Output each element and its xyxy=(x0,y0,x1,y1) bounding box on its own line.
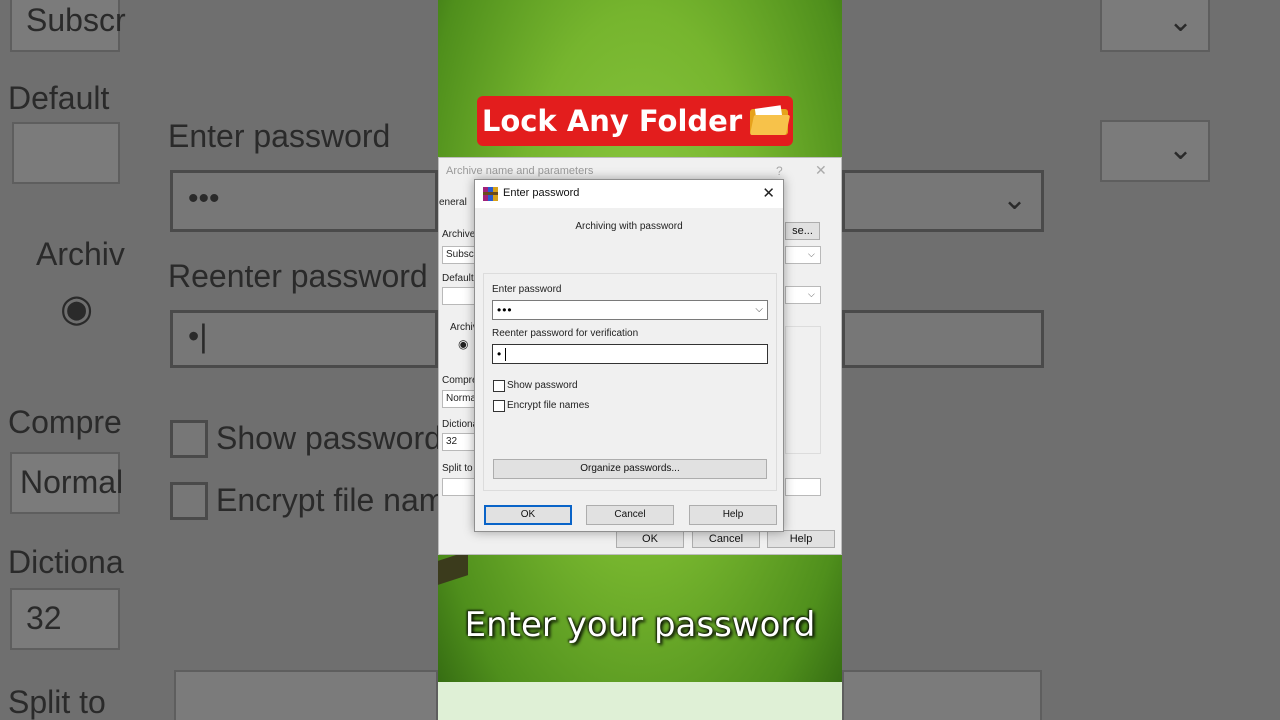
bg-reenter-input-right xyxy=(842,310,1044,368)
help-button[interactable]: Help xyxy=(689,505,777,525)
bg-split-field xyxy=(174,670,438,720)
title-banner: Lock Any Folder xyxy=(477,96,793,146)
bg-radio: ◉ xyxy=(60,288,94,330)
show-password-checkbox[interactable] xyxy=(493,380,505,392)
archive-cancel-button[interactable]: Cancel xyxy=(692,530,760,548)
title-bar: Enter password ✕ xyxy=(475,180,783,208)
encrypt-file-names-checkbox[interactable] xyxy=(493,400,505,412)
dialog-subtitle: Archiving with password xyxy=(575,221,683,232)
bg-chevron-top: ⌄ xyxy=(1168,5,1194,38)
archive-ok-button[interactable]: OK xyxy=(616,530,684,548)
tab-general[interactable]: eneral xyxy=(439,197,467,208)
text-caret xyxy=(505,348,506,361)
profile-combo[interactable]: ⌵ xyxy=(785,246,821,264)
show-password-label[interactable]: Show password xyxy=(507,380,578,391)
chevron-down-icon[interactable]: ⌵ xyxy=(755,304,763,315)
rar-radio[interactable]: ◉ xyxy=(458,337,468,351)
bg-text-dots: ••• xyxy=(188,182,220,215)
winrar-icon xyxy=(483,187,498,201)
enter-password-label: Enter password xyxy=(492,284,562,295)
close-icon[interactable]: ✕ xyxy=(762,184,775,202)
enter-password-combo[interactable]: ••• ⌵ xyxy=(492,300,768,320)
dictionary-label: Dictiona xyxy=(442,419,479,430)
video-caption: Enter your password xyxy=(464,605,816,645)
reenter-password-input[interactable]: • xyxy=(492,344,768,364)
bg-text-show: Show password xyxy=(216,420,442,456)
enter-password-dialog: Enter password ✕ Archiving with password… xyxy=(474,179,784,532)
reenter-password-label: Reenter password for verification xyxy=(492,328,639,339)
bg-split-field-right xyxy=(842,670,1042,720)
bg-default-field xyxy=(12,122,120,184)
branch-decoration xyxy=(438,551,468,585)
bg-text-archiv: Archiv xyxy=(36,236,125,272)
video-frame: Lock Any Folder Archive name and paramet… xyxy=(438,0,842,720)
banner-title: Lock Any Folder xyxy=(481,104,743,138)
bg-text-normal: Normal xyxy=(20,464,124,500)
bg-text-subscr: Subscr xyxy=(26,2,126,38)
chevron-down-icon: ⌵ xyxy=(808,249,815,259)
bg-chevron-3: ⌄ xyxy=(1002,183,1028,216)
archive-help-button[interactable]: Help xyxy=(767,530,835,548)
parameters-field[interactable] xyxy=(785,478,821,496)
bottom-strip xyxy=(438,682,842,720)
bg-text-reenter: Reenter password xyxy=(168,258,428,294)
reenter-password-value: • xyxy=(497,347,502,361)
bg-checkbox-show xyxy=(170,420,208,458)
default-label: Default xyxy=(442,273,474,284)
bg-text-default: Default xyxy=(8,80,110,116)
bg-text-dictiona: Dictiona xyxy=(8,544,124,580)
chevron-down-icon: ⌵ xyxy=(808,289,815,299)
split-label: Split to xyxy=(442,463,473,474)
bg-checkbox-encrypt xyxy=(170,482,208,520)
bg-text-encrypt: Encrypt file nam xyxy=(216,482,446,518)
archive-dialog-title: Archive name and parameters xyxy=(446,165,594,177)
update-mode-combo[interactable]: ⌵ xyxy=(785,286,821,304)
help-icon[interactable]: ? xyxy=(776,164,783,178)
bg-text-enter-password: Enter password xyxy=(168,118,391,154)
ok-button[interactable]: OK xyxy=(484,505,572,525)
bg-text-split: Split to xyxy=(8,684,106,720)
bg-text-dot-caret: •| xyxy=(188,318,208,354)
archive-name-label: Archive xyxy=(442,229,476,240)
open-folder-icon xyxy=(750,105,791,135)
bg-chevron-2: ⌄ xyxy=(1168,133,1194,166)
bg-right-combo-top xyxy=(1100,0,1210,52)
screen: Subscr ⌄ Default ⌄ Enter password ••• ⌄ … xyxy=(0,0,1280,720)
archiving-options-group xyxy=(785,326,821,454)
close-icon[interactable]: ✕ xyxy=(815,162,827,179)
organize-passwords-button[interactable]: Organize passwords... xyxy=(493,459,767,479)
bg-reenter-input xyxy=(170,310,438,368)
compression-label: Compre xyxy=(442,375,478,386)
bg-right-combo-2 xyxy=(1100,120,1210,182)
bg-text-32: 32 xyxy=(26,600,62,636)
encrypt-file-names-label[interactable]: Encrypt file names xyxy=(507,400,589,411)
enter-password-value: ••• xyxy=(497,303,513,317)
dialog-title: Enter password xyxy=(503,187,580,199)
browse-button[interactable]: se... xyxy=(785,222,820,240)
cancel-button[interactable]: Cancel xyxy=(586,505,674,525)
bg-text-compre: Compre xyxy=(8,404,122,440)
